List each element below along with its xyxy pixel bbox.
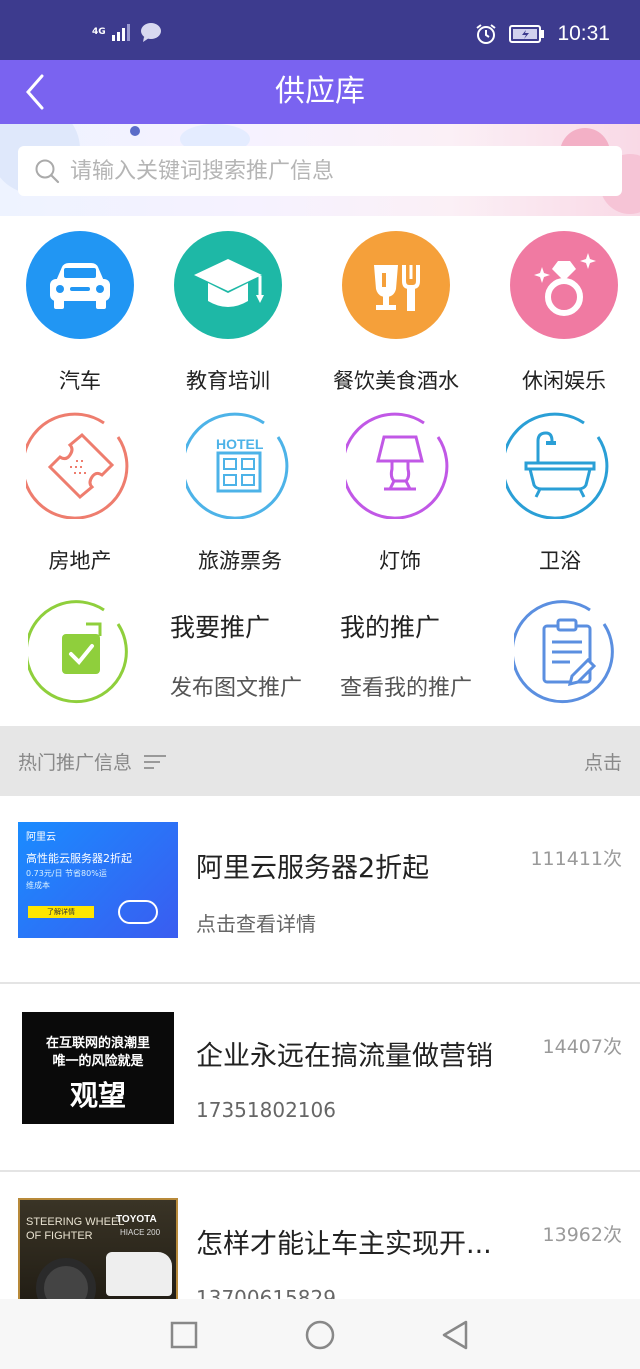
thumb-detail: 0.73元/日 节省80%运 xyxy=(26,869,107,878)
filter-icon[interactable] xyxy=(144,754,167,770)
item-subtitle: 17351802106 xyxy=(196,1098,336,1122)
item-thumbnail: 阿里云 高性能云服务器2折起 0.73元/日 节省80%运 维成本 了解详情 xyxy=(18,822,178,938)
status-right: 10:31 xyxy=(475,22,610,46)
my-promo-subtitle: 查看我的推广 xyxy=(340,676,473,701)
category-bathroom[interactable]: 卫浴 xyxy=(480,411,640,575)
thumb-headline: 高性能云服务器2折起 xyxy=(26,852,132,865)
thumb-model: HIACE 200 xyxy=(120,1228,161,1237)
thumb-brand: 阿里云 xyxy=(26,832,56,843)
publish-promo-icon[interactable] xyxy=(28,600,134,706)
thumb-van xyxy=(106,1252,172,1296)
item-title: 怎样才能让车主实现开... xyxy=(196,1229,492,1260)
battery-icon xyxy=(509,25,545,43)
status-left: 4G xyxy=(92,22,162,42)
search-icon xyxy=(35,159,60,184)
thumb-line: 在互联网的浪潮里 xyxy=(45,1036,150,1051)
lamp-icon xyxy=(341,412,449,520)
thumb-button: 了解详情 xyxy=(28,906,94,918)
publish-promo-title: 我要推广 xyxy=(170,613,271,642)
category-travel[interactable]: HOTEL 旅游票务 xyxy=(160,411,320,575)
thumb-line: OF FIGHTER xyxy=(26,1230,93,1242)
list-item[interactable]: STEERING WHEEL OF FIGHTER TOYOTA HIACE 2… xyxy=(0,1172,640,1299)
item-thumbnail: 在互联网的浪潮里 唯一的风险就是 观望 xyxy=(22,1012,174,1124)
publish-promo[interactable]: 我要推广 发布图文推广 xyxy=(170,608,302,702)
thumb-line: 唯一的风险就是 xyxy=(52,1054,144,1069)
publish-promo-subtitle: 发布图文推广 xyxy=(170,676,303,701)
item-subtitle: 13700615829 xyxy=(196,1286,336,1299)
search-box[interactable] xyxy=(18,146,622,196)
alarm-icon xyxy=(476,24,497,44)
section-label-wrap: 热门推广信息 xyxy=(18,748,167,775)
category-label: 汽车 xyxy=(59,369,101,393)
category-label: 灯饰 xyxy=(379,549,421,573)
graduation-cap-icon xyxy=(174,231,282,339)
item-click-count: 14407次 xyxy=(542,1036,622,1058)
svg-text:HOTEL: HOTEL xyxy=(216,436,264,452)
sort-by-clicks[interactable]: 点击 xyxy=(584,748,622,775)
thumb-graphic xyxy=(118,900,158,924)
clock: 10:31 xyxy=(557,22,610,45)
category-food-drink[interactable]: 餐饮美食酒水 xyxy=(316,231,476,395)
app-header: 供应库 xyxy=(0,60,640,124)
category-label: 餐饮美食酒水 xyxy=(333,369,459,393)
item-click-count: 13962次 xyxy=(542,1224,622,1246)
system-nav-bar xyxy=(0,1299,640,1369)
thumb-brand: TOYOTA xyxy=(116,1214,157,1225)
network-type: 4G xyxy=(92,27,106,37)
category-car[interactable]: 汽车 xyxy=(0,231,160,395)
search-banner xyxy=(0,124,640,216)
clipboard-icon[interactable] xyxy=(514,600,620,706)
category-label: 卫浴 xyxy=(539,549,581,573)
decoration xyxy=(130,126,140,136)
search-input[interactable] xyxy=(70,158,590,184)
my-promo-title: 我的推广 xyxy=(340,613,441,642)
ticket-icon xyxy=(21,412,129,520)
bathtub-icon xyxy=(501,412,609,520)
section-label: 热门推广信息 xyxy=(18,752,133,774)
page-title: 供应库 xyxy=(275,74,365,109)
item-thumbnail: STEERING WHEEL OF FIGHTER TOYOTA HIACE 2… xyxy=(18,1198,178,1299)
hot-promo-section-bar: 热门推广信息 点击 xyxy=(0,726,640,796)
list-item[interactable]: 阿里云 高性能云服务器2折起 0.73元/日 节省80%运 维成本 了解详情 阿… xyxy=(0,796,640,984)
category-real-estate[interactable]: 房地产 xyxy=(0,411,160,575)
item-title: 阿里云服务器2折起 xyxy=(196,853,430,884)
category-label: 旅游票务 xyxy=(198,549,282,573)
thumb-detail: 维成本 xyxy=(26,881,50,890)
car-icon xyxy=(26,231,134,339)
food-drink-icon xyxy=(342,231,450,339)
item-click-count: 111411次 xyxy=(530,848,622,870)
system-back-button[interactable] xyxy=(438,1317,474,1353)
category-label: 休闲娱乐 xyxy=(522,369,606,393)
hotel-icon: HOTEL xyxy=(181,412,289,520)
message-icon xyxy=(140,23,161,42)
home-button[interactable] xyxy=(302,1317,338,1353)
item-title: 企业永远在搞流量做营销 xyxy=(196,1041,493,1072)
category-label: 教育培训 xyxy=(186,369,270,393)
item-subtitle: 点击查看详情 xyxy=(196,912,316,936)
thumb-big-text: 观望 xyxy=(69,1079,126,1112)
list-item[interactable]: 在互联网的浪潮里 唯一的风险就是 观望 企业永远在搞流量做营销 17351802… xyxy=(0,984,640,1172)
category-leisure[interactable]: 休闲娱乐 xyxy=(484,231,640,395)
thumb-steering-wheel xyxy=(36,1258,96,1299)
my-promo[interactable]: 我的推广 查看我的推广 xyxy=(340,608,472,702)
recent-apps-button[interactable] xyxy=(166,1317,202,1353)
category-label: 房地产 xyxy=(48,549,112,573)
thumb-line: STEERING WHEEL xyxy=(26,1216,125,1228)
diamond-ring-icon xyxy=(510,231,618,339)
signal-icon xyxy=(111,24,130,41)
status-bar: 4G 10:31 xyxy=(0,0,640,60)
category-education[interactable]: 教育培训 xyxy=(148,231,308,395)
category-lighting[interactable]: 灯饰 xyxy=(320,411,480,575)
